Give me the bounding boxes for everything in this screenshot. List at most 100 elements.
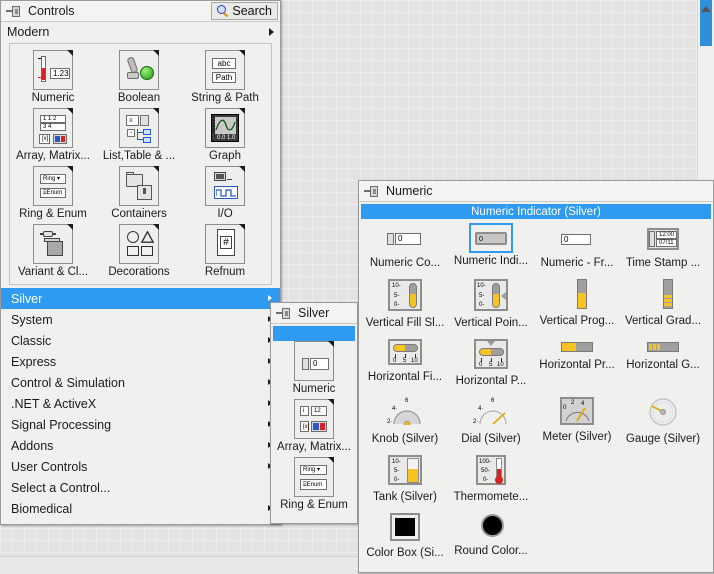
palette-item-vertical-fill-slide[interactable]: 10- 5- 0- Vertical Fill Sl... — [362, 275, 448, 329]
ring-enum-icon: Ring ▾ ⌸Enum — [33, 166, 73, 206]
menu-item-label: Express — [11, 354, 57, 369]
silver-palette-tooltip — [273, 326, 355, 341]
pin-icon[interactable] — [364, 185, 381, 198]
search-button[interactable]: Search — [211, 2, 278, 20]
item-frame — [561, 275, 593, 313]
palette-item-vertical-pointer-slide[interactable]: 10- 5- 0- Vertical Poin... — [448, 275, 534, 329]
icon-row: 10- 5- 0- Vertical Fill Sl... 10- 5- 0- — [362, 275, 710, 335]
palette-item-numeric-silver[interactable]: 0 Numeric — [275, 341, 353, 395]
controls-palette[interactable]: Controls Search Modern 1.23 Numeric Bool… — [0, 0, 281, 525]
palette-item-numeric-indicator[interactable]: 0 Numeric Indi... — [448, 223, 534, 269]
menu-item-express[interactable]: Express — [1, 351, 280, 372]
palette-item-label: Tank (Silver) — [373, 491, 437, 503]
palette-item-variant-class[interactable]: Variant & Cl... — [10, 224, 96, 278]
palette-item-horizontal-progress-bar[interactable]: Horizontal Pr... — [534, 335, 620, 387]
item-frame: 0 2 4 — [556, 393, 598, 429]
ring-enum-silver-icon: Ring ▾ ⌸Enum — [294, 457, 334, 497]
icon-row: 0 5 10 Horizontal Fi... 0 5 10 Horizonta… — [362, 335, 710, 393]
menu-item-addons[interactable]: Addons — [1, 435, 280, 456]
palette-item-label: Array, Matrix... — [277, 441, 351, 453]
palette-item-label: Boolean — [117, 92, 161, 104]
item-frame — [643, 335, 683, 357]
palette-item-io[interactable]: I/O — [182, 166, 268, 220]
numeric-icon: 1.23 — [33, 50, 73, 90]
palette-item-label: Ring & Enum — [19, 208, 87, 220]
menu-item-control-simulation[interactable]: Control & Simulation — [1, 372, 280, 393]
palette-item-horizontal-pointer-slide[interactable]: 0 5 10 Horizontal P... — [448, 335, 534, 387]
palette-item-label: Meter (Silver) — [542, 431, 612, 443]
palette-item-round-color-box[interactable]: Round Color... — [448, 509, 534, 559]
menu-item-net-activex[interactable]: .NET & ActiveX — [1, 393, 280, 414]
palette-item-color-box[interactable]: Color Box (Si... — [362, 509, 448, 559]
palette-item-numeric-framed[interactable]: 0 Numeric - Fr... — [534, 223, 620, 269]
menu-item-signal-processing[interactable]: Signal Processing — [1, 414, 280, 435]
menu-item-label: User Controls — [11, 459, 88, 474]
palette-item-label: Numeric — [292, 383, 336, 395]
palette-category-modern[interactable]: Modern — [1, 22, 280, 41]
item-frame: 0 5 10 — [470, 335, 512, 373]
boolean-icon — [119, 50, 159, 90]
palette-item-horizontal-graduated-bar[interactable]: Horizontal G... — [620, 335, 706, 387]
palette-item-dial[interactable]: 2· 4· 6 Dial (Silver) — [448, 393, 534, 445]
chevron-right-icon — [269, 27, 274, 36]
thermometer-icon: 100- 50- 0- — [476, 455, 506, 485]
palette-item-knob[interactable]: 2· 4· 6 Knob (Silver) — [362, 393, 448, 445]
item-frame: 12:00 07/11 — [639, 223, 687, 255]
palette-item-label: Gauge (Silver) — [625, 433, 701, 445]
menu-item-system[interactable]: System — [1, 309, 280, 330]
palette-item-gauge[interactable]: Gauge (Silver) — [620, 393, 706, 445]
palette-item-boolean[interactable]: Boolean — [96, 50, 182, 104]
menu-item-label: Classic — [11, 333, 52, 348]
palette-item-list-table[interactable]: ≡ - List,Table & ... — [96, 108, 182, 162]
variant-class-icon — [33, 224, 73, 264]
modern-label: Modern — [7, 24, 50, 39]
palette-item-numeric[interactable]: 1.23 Numeric — [10, 50, 96, 104]
horizontal-fill-slide-icon: 0 5 10 — [388, 339, 422, 365]
palette-item-graph[interactable]: 2 1 0 0.0 1.0 Graph — [182, 108, 268, 162]
menu-item-label: Silver — [11, 291, 43, 306]
pin-icon[interactable] — [276, 307, 293, 320]
tank-icon: 10- 5- 0- — [388, 455, 422, 485]
magnifier-icon — [217, 5, 229, 18]
string-path-icon: abc Path — [205, 50, 245, 90]
palette-item-thermometer[interactable]: 100- 50- 0- Thermomete... — [448, 451, 534, 503]
palette-item-numeric-control[interactable]: 0 Numeric Co... — [362, 223, 448, 269]
refnum-icon: # — [205, 224, 245, 264]
menu-item-select-a-control[interactable]: Select a Control... — [1, 477, 280, 498]
palette-item-tank[interactable]: 10- 5- 0- Tank (Silver) — [362, 451, 448, 503]
vertical-graduated-bar-icon — [661, 279, 675, 309]
palette-item-refnum[interactable]: # Refnum — [182, 224, 268, 278]
controls-palette-titlebar: Controls Search — [1, 1, 280, 22]
numeric-palette-titlebar: Numeric — [359, 181, 713, 202]
palette-item-decorations[interactable]: Decorations — [96, 224, 182, 278]
palette-item-containers[interactable]: Containers — [96, 166, 182, 220]
palette-item-array-matrix[interactable]: 1 1 2 3 4 [x] Array, Matrix... — [10, 108, 96, 162]
numeric-control-icon: 0 — [385, 227, 425, 251]
graph-icon: 2 1 0 0.0 1.0 — [205, 108, 245, 148]
palette-item-label: Vertical Grad... — [624, 315, 702, 327]
numeric-palette[interactable]: Numeric Numeric Indicator (Silver) 0 Num… — [358, 180, 714, 573]
palette-item-array-matrix-silver[interactable]: i 12 [x] Array, Matrix... — [275, 399, 353, 453]
palette-item-time-stamp[interactable]: 12:00 07/11 Time Stamp ... — [620, 223, 706, 269]
palette-item-label: Vertical Fill Sl... — [365, 317, 445, 329]
silver-palette-title: Silver — [298, 306, 330, 320]
pin-icon[interactable] — [6, 5, 23, 18]
silver-palette[interactable]: Silver 0 Numeric i 12 [x] Array, Matrix.… — [270, 302, 358, 524]
menu-item-biomedical[interactable]: Biomedical — [1, 498, 280, 519]
palette-item-horizontal-fill-slide[interactable]: 0 5 10 Horizontal Fi... — [362, 335, 448, 387]
menu-item-user-controls[interactable]: User Controls — [1, 456, 280, 477]
menu-item-classic[interactable]: Classic — [1, 330, 280, 351]
numeric-palette-title: Numeric — [386, 184, 433, 198]
item-frame: 0 — [553, 223, 601, 255]
menu-item-silver[interactable]: Silver — [1, 288, 280, 309]
io-icon — [205, 166, 245, 206]
palette-item-label: Round Color... — [454, 545, 528, 557]
scroll-up-icon[interactable] — [701, 6, 711, 12]
palette-item-vertical-progress-bar[interactable]: Vertical Prog... — [534, 275, 620, 329]
palette-item-meter[interactable]: 0 2 4 Meter (Silver) — [534, 393, 620, 445]
palette-item-string-path[interactable]: abc Path String & Path — [182, 50, 268, 104]
palette-item-vertical-graduated-bar[interactable]: Vertical Grad... — [620, 275, 706, 329]
menu-item-label: Select a Control... — [11, 480, 111, 495]
palette-item-ring-enum-silver[interactable]: Ring ▾ ⌸Enum Ring & Enum — [275, 457, 353, 511]
palette-item-ring-enum[interactable]: Ring ▾ ⌸Enum Ring & Enum — [10, 166, 96, 220]
